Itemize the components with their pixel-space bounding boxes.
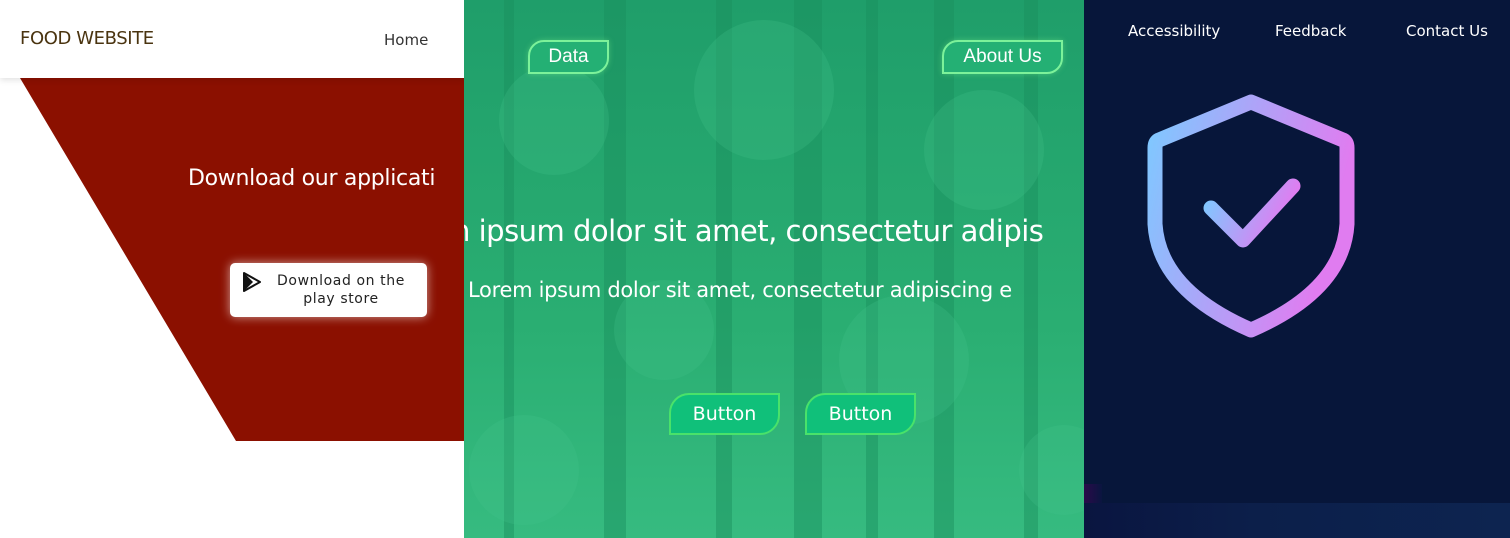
download-heading: Download our applicati xyxy=(188,166,436,191)
cta-button-2[interactable]: Button xyxy=(805,393,916,435)
dark-security-panel: Accessibility Feedback Contact Us xyxy=(1084,0,1510,538)
green-hero-panel: Data About Us n ipsum dolor sit amet, co… xyxy=(464,0,1084,538)
store-button-line2: play store xyxy=(303,291,379,307)
cta-button-1[interactable]: Button xyxy=(669,393,780,435)
store-button-line1: Download on the xyxy=(277,273,405,289)
nav-link-home[interactable]: Home xyxy=(384,31,428,49)
hero-heading: n ipsum dolor sit amet, consectetur adip… xyxy=(464,214,1044,248)
food-website-panel: FOOD WEBSITE Home Download our applicati… xyxy=(0,0,464,538)
play-store-download-button[interactable]: Download on the play store xyxy=(230,263,427,317)
hero-subheading: Lorem ipsum dolor sit amet, consectetur … xyxy=(468,278,1012,302)
store-button-label: Download on the play store xyxy=(266,272,416,308)
nav-link-accessibility[interactable]: Accessibility xyxy=(1128,22,1220,40)
shield-check-icon xyxy=(1147,94,1355,338)
brand-logo-text[interactable]: FOOD WEBSITE xyxy=(20,28,154,49)
nav-button-data[interactable]: Data xyxy=(528,40,609,74)
play-store-icon xyxy=(243,272,261,292)
nav-link-contact-us[interactable]: Contact Us xyxy=(1406,22,1488,40)
nav-link-feedback[interactable]: Feedback xyxy=(1275,22,1346,40)
forest-background-image xyxy=(464,0,1084,538)
bottom-band xyxy=(1084,503,1510,538)
top-navbar: FOOD WEBSITE Home xyxy=(0,0,464,78)
nav-button-about-us[interactable]: About Us xyxy=(942,40,1063,74)
